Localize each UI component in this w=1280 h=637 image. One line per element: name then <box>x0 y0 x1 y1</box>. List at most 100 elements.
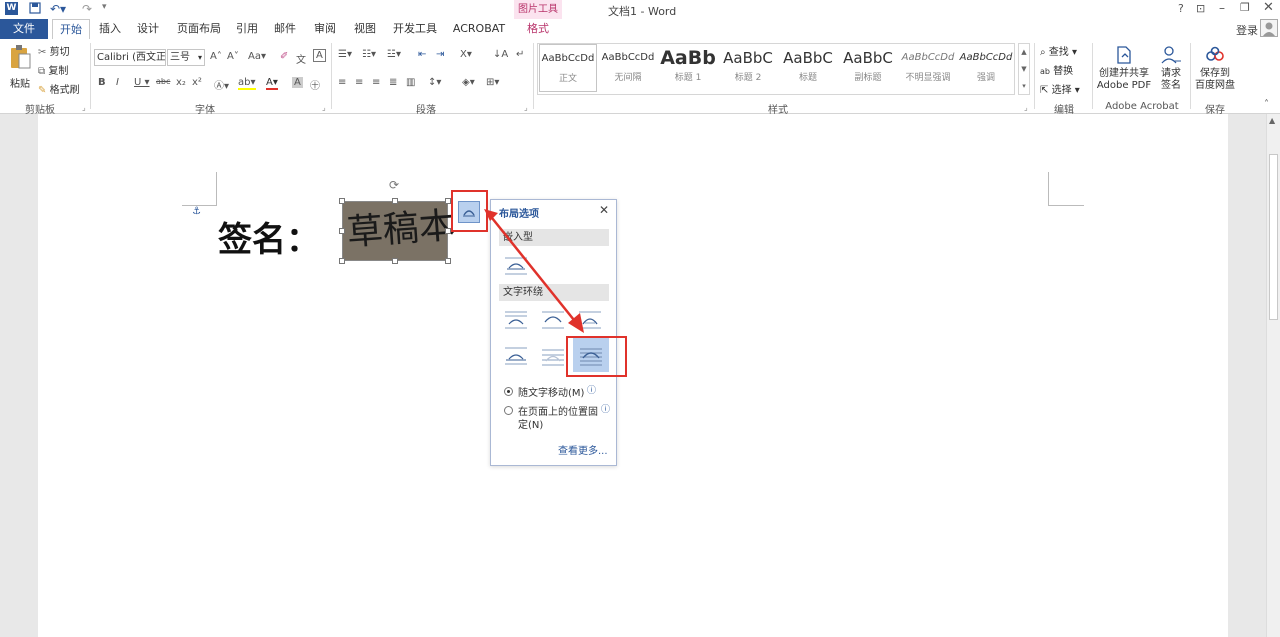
redo-icon[interactable]: ↷ <box>82 2 92 16</box>
clear-format-icon[interactable]: ✐ <box>280 51 288 62</box>
tab-review[interactable]: 审阅 <box>310 19 340 39</box>
sign-in-link[interactable]: 登录 <box>1236 22 1258 38</box>
resize-handle[interactable] <box>339 198 345 204</box>
style-subtle-emphasis[interactable]: AaBbCcDd 不明显强调 <box>899 44 957 92</box>
style-heading-2[interactable]: AaBbC 标题 2 <box>719 44 777 92</box>
wrap-top-bottom-icon[interactable] <box>503 344 529 368</box>
ribbon-display-icon[interactable]: ⊡ <box>1196 2 1205 15</box>
align-left-icon[interactable]: ≡ <box>338 77 346 88</box>
tab-home[interactable]: 开始 <box>52 19 90 39</box>
highlight-icon[interactable]: ab▾ <box>238 77 256 90</box>
resize-handle[interactable] <box>339 228 345 234</box>
style-normal[interactable]: AaBbCcDd 正文 <box>539 44 597 92</box>
paragraph-launcher-icon[interactable]: ⌟ <box>524 103 528 112</box>
paste-button[interactable]: 粘贴 <box>6 44 34 96</box>
resize-handle[interactable] <box>392 258 398 264</box>
word-icon[interactable]: W <box>5 2 18 15</box>
text-effects-icon[interactable]: Ⓐ▾ <box>214 77 229 92</box>
font-color-icon[interactable]: A▾ <box>266 77 278 90</box>
tab-insert[interactable]: 插入 <box>94 19 126 39</box>
find-button[interactable]: ⌕ 查找 ▾ <box>1040 43 1077 58</box>
italic-icon[interactable]: I <box>116 77 119 88</box>
resize-handle[interactable] <box>445 258 451 264</box>
chinese-layout-icon[interactable]: Ⅹ▾ <box>460 49 472 60</box>
create-pdf-button[interactable]: 创建并共享 Adobe PDF <box>1096 45 1152 92</box>
format-painter-button[interactable]: ✎ 格式刷 <box>38 81 80 96</box>
grow-font-icon[interactable]: A˄ <box>210 51 222 62</box>
shading-icon[interactable]: ◈▾ <box>462 77 475 88</box>
resize-handle[interactable] <box>339 258 345 264</box>
undo-icon[interactable]: ↶▾ <box>50 2 66 16</box>
borders-icon[interactable]: ⊞▾ <box>486 77 499 88</box>
tab-references[interactable]: 引用 <box>232 19 262 39</box>
phonetic-guide-icon[interactable]: 文 <box>296 51 306 66</box>
move-with-text-label[interactable]: 随文字移动(M) <box>518 384 584 399</box>
increase-indent-icon[interactable]: ⇥ <box>436 49 444 60</box>
fix-position-label-2[interactable]: 定(N) <box>518 416 543 431</box>
request-signature-button[interactable]: 请求 签名 <box>1156 45 1186 92</box>
superscript-icon[interactable]: x² <box>192 77 202 88</box>
style-emphasis[interactable]: AaBbCcDd 强调 <box>959 44 1013 92</box>
style-heading-1[interactable]: AaBb 标题 1 <box>659 44 717 92</box>
bold-icon[interactable]: B <box>98 77 106 88</box>
distributed-icon[interactable]: ▥ <box>406 77 415 88</box>
tab-acrobat[interactable]: ACROBAT <box>450 19 508 39</box>
decrease-indent-icon[interactable]: ⇤ <box>418 49 426 60</box>
font-size-select[interactable]: 三号 ▾ <box>167 49 205 66</box>
change-case-icon[interactable]: Aa▾ <box>248 51 266 62</box>
info-icon[interactable]: ⓘ <box>587 383 596 396</box>
styles-scroll[interactable]: ▲ ▼ ▾ <box>1018 43 1030 95</box>
close-icon[interactable]: ✕ <box>599 203 609 217</box>
save-icon[interactable] <box>29 2 41 17</box>
restore-icon[interactable]: ❐ <box>1240 1 1250 14</box>
clipboard-launcher-icon[interactable]: ⌟ <box>82 103 86 112</box>
copy-button[interactable]: ⧉ 复制 <box>38 62 68 77</box>
wrap-behind-text-icon[interactable] <box>540 344 566 368</box>
multilevel-list-icon[interactable]: ☳▾ <box>387 49 401 60</box>
enclose-char-icon[interactable]: ㊉ <box>310 77 320 92</box>
tab-view[interactable]: 视图 <box>350 19 380 39</box>
justify-icon[interactable]: ≣ <box>389 77 397 88</box>
customize-qat-icon[interactable]: ▾ <box>102 2 107 12</box>
select-button[interactable]: ⇱ 选择 ▾ <box>1040 81 1080 96</box>
align-right-icon[interactable]: ≡ <box>372 77 380 88</box>
collapse-ribbon-icon[interactable]: ˄ <box>1264 99 1269 110</box>
align-center-icon[interactable]: ≡ <box>355 77 363 88</box>
show-marks-icon[interactable]: ↵ <box>516 49 524 60</box>
move-with-text-radio[interactable] <box>504 387 513 396</box>
help-icon[interactable]: ? <box>1178 2 1184 15</box>
style-title[interactable]: AaBbC 标题 <box>779 44 837 92</box>
char-border-icon[interactable]: A <box>313 49 326 62</box>
rotate-handle-icon[interactable]: ⟳ <box>389 178 399 192</box>
see-more-link[interactable]: 查看更多... <box>558 442 608 457</box>
scroll-up-icon[interactable]: ▲ <box>1269 116 1275 125</box>
resize-handle[interactable] <box>392 198 398 204</box>
page[interactable]: ⚓ 签名： ⟳ 草稿本 <box>38 114 1228 637</box>
sort-icon[interactable]: ↓A <box>493 49 508 60</box>
styles-launcher-icon[interactable]: ⌟ <box>1024 103 1028 112</box>
strikethrough-icon[interactable]: abc <box>156 77 170 86</box>
close-icon[interactable]: ✕ <box>1263 0 1274 15</box>
style-subtitle[interactable]: AaBbC 副标题 <box>839 44 897 92</box>
char-shading-icon[interactable]: A <box>292 77 303 88</box>
replace-button[interactable]: ab 替换 <box>1040 62 1073 77</box>
font-name-select[interactable]: Calibri (西文正 <box>94 49 166 66</box>
signature-image[interactable]: 草稿本 <box>342 201 456 261</box>
cut-button[interactable]: ✂ 剪切 <box>38 43 70 58</box>
subscript-icon[interactable]: x₂ <box>176 77 186 88</box>
tab-design[interactable]: 设计 <box>132 19 164 39</box>
font-launcher-icon[interactable]: ⌟ <box>322 103 326 112</box>
underline-icon[interactable]: U ▾ <box>134 77 150 88</box>
bullets-icon[interactable]: ☰▾ <box>338 49 352 60</box>
numbering-icon[interactable]: ☷▾ <box>362 49 376 60</box>
fix-position-radio[interactable] <box>504 406 513 415</box>
vertical-scrollbar[interactable]: ▲ <box>1266 114 1280 637</box>
scroll-thumb[interactable] <box>1269 154 1278 320</box>
tab-mailings[interactable]: 邮件 <box>270 19 300 39</box>
info-icon[interactable]: ⓘ <box>601 402 610 415</box>
tab-file[interactable]: 文件 <box>0 19 48 39</box>
avatar[interactable] <box>1260 19 1278 37</box>
line-spacing-icon[interactable]: ↕▾ <box>428 77 441 88</box>
save-to-baidu-button[interactable]: 保存到 百度网盘 <box>1194 45 1236 92</box>
shrink-font-icon[interactable]: A˅ <box>227 51 239 62</box>
